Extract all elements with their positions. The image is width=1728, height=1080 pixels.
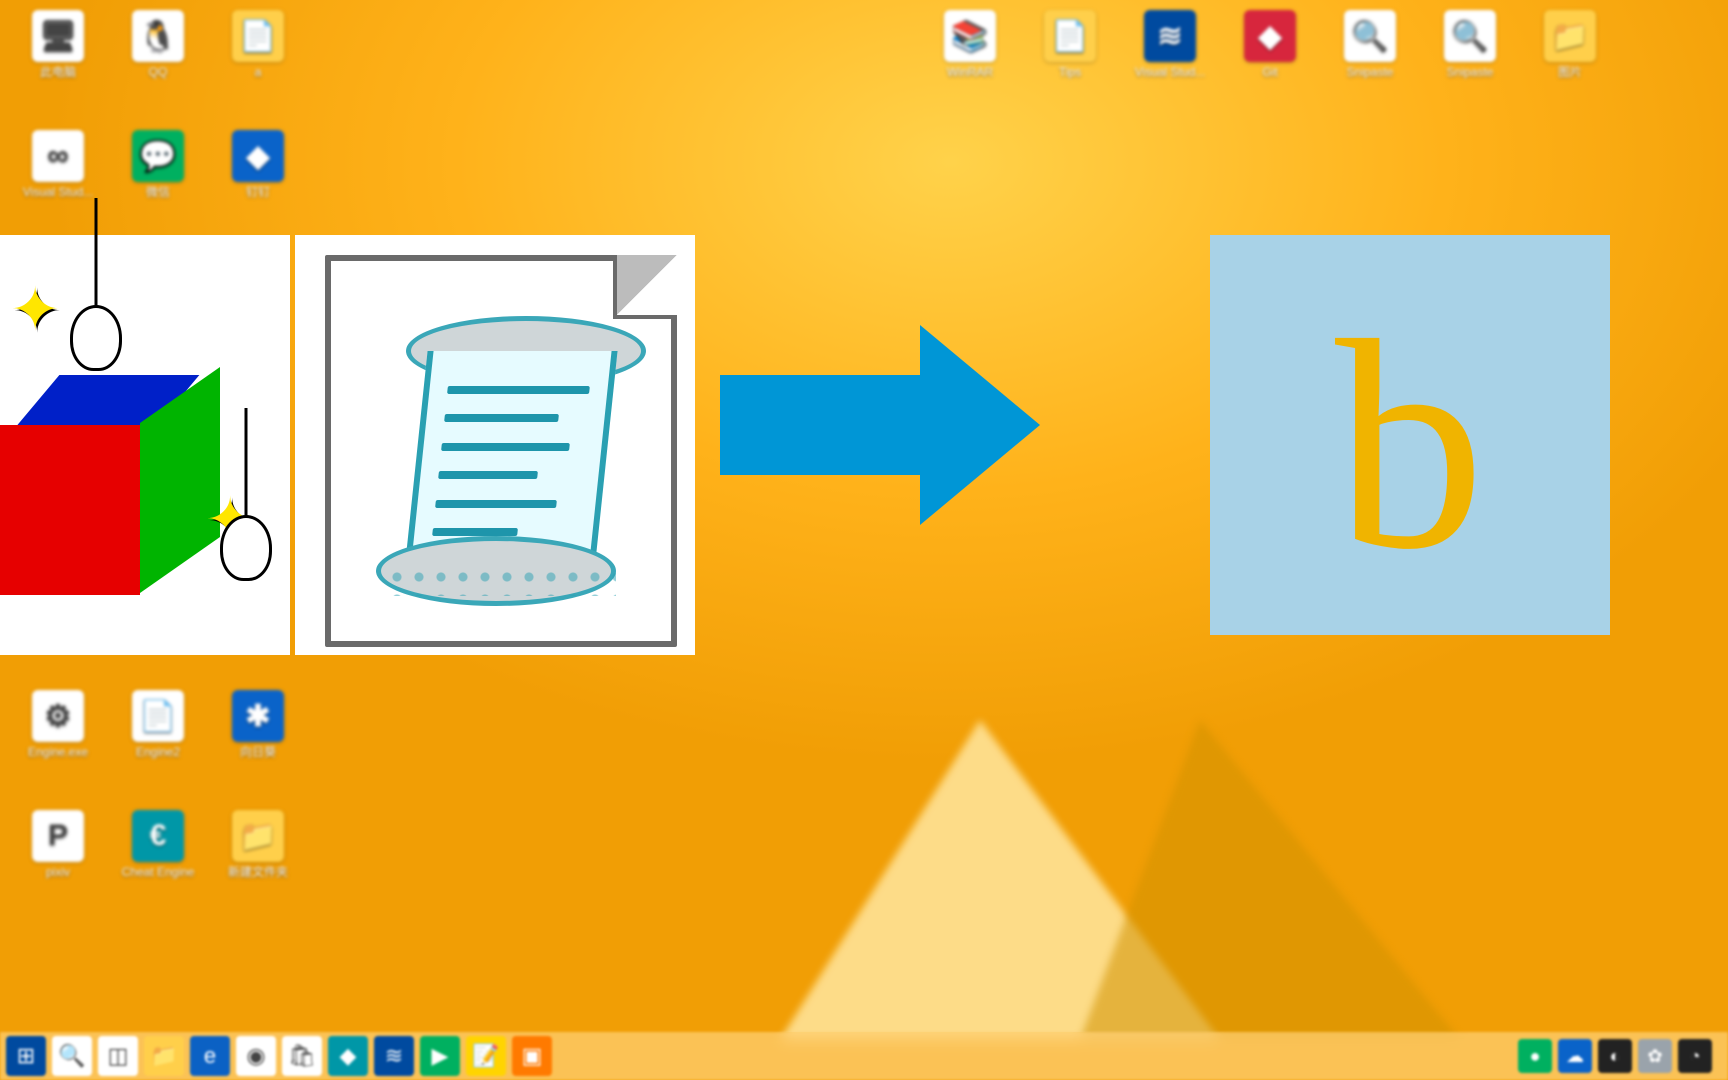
desktop-icon[interactable]: € Cheat Engine <box>118 810 198 879</box>
app-icon: ◆ <box>1244 10 1296 62</box>
icon-label: 向日葵 <box>218 746 298 759</box>
overlay-b-tile: b <box>1210 235 1610 635</box>
icon-label: 此电脑 <box>18 66 98 79</box>
app-icon: € <box>132 810 184 862</box>
tray-app-1[interactable]: ● <box>1518 1039 1552 1073</box>
app-icon: 📄 <box>132 690 184 742</box>
icon-label: 微信 <box>118 186 198 199</box>
app-icon: ◆ <box>232 130 284 182</box>
b-tile-letter: b <box>1335 295 1485 595</box>
desktop-icon[interactable]: 📁 新建文件夹 <box>218 810 298 879</box>
icon-label: WinRAR <box>930 66 1010 79</box>
desktop[interactable]: 🖥此电脑🐧QQ📄a∞Visual Stud...💬微信◆钉钉 ⚙Engine.e… <box>0 0 1728 1080</box>
notes-button[interactable]: 📝 <box>466 1036 506 1076</box>
icon-label: QQ <box>118 66 198 79</box>
desktop-icon[interactable]: ⚙ Engine.exe <box>18 690 98 759</box>
desktop-icon[interactable]: 📁 图片 <box>1530 10 1610 79</box>
icon-label: Visual Stud... <box>1130 66 1210 79</box>
taskbar: ⊞🔍◫📁e◉🛍◆≋▶📝▣ ●☁◐✿◔ <box>0 1032 1728 1080</box>
app-icon: P <box>32 810 84 862</box>
icon-label: Snipaste <box>1330 66 1410 79</box>
desktop-icon[interactable]: ◆ Git <box>1230 10 1310 79</box>
tray-app-3[interactable]: ◐ <box>1598 1039 1632 1073</box>
icon-label: Cheat Engine <box>118 866 198 879</box>
play-button[interactable]: ▶ <box>420 1036 460 1076</box>
tray-app-4[interactable]: ✿ <box>1638 1039 1672 1073</box>
icon-label: Visual Stud... <box>18 186 98 199</box>
icon-label: Tips <box>1030 66 1110 79</box>
icon-label: Git <box>1230 66 1310 79</box>
desktop-icon[interactable]: ◆ 钉钉 <box>218 130 298 199</box>
tray-app-2[interactable]: ☁ <box>1558 1039 1592 1073</box>
wallpaper-pyramid <box>780 720 1580 1040</box>
desktop-icon[interactable]: 📚 WinRAR <box>930 10 1010 79</box>
icon-label: a <box>218 66 298 79</box>
desktop-icon[interactable]: 🔍 Snipaste <box>1430 10 1510 79</box>
app-icon: 💬 <box>132 130 184 182</box>
app-icon: 🔍 <box>1344 10 1396 62</box>
icon-label: Engine2 <box>118 746 198 759</box>
edge-button[interactable]: e <box>190 1036 230 1076</box>
task-app[interactable]: ◆ <box>328 1036 368 1076</box>
search-button[interactable]: 🔍 <box>52 1036 92 1076</box>
app-icon: 📁 <box>232 810 284 862</box>
vscode-button[interactable]: ≋ <box>374 1036 414 1076</box>
desktop-icon[interactable]: 🐧 QQ <box>118 10 198 79</box>
app-icon: 📄 <box>232 10 284 62</box>
desktop-icon[interactable]: 📄 Engine2 <box>118 690 198 759</box>
app-icon: 🐧 <box>132 10 184 62</box>
desktop-icon[interactable]: 📄 Tips <box>1030 10 1110 79</box>
desktop-icon[interactable]: 🔍 Snipaste <box>1330 10 1410 79</box>
icon-label: Engine.exe <box>18 746 98 759</box>
app-icon: 📄 <box>1044 10 1096 62</box>
icon-label: Snipaste <box>1430 66 1510 79</box>
overlay-script-file-icon <box>295 235 695 655</box>
app-icon: ∞ <box>32 130 84 182</box>
overlay-arrow-right-icon <box>720 320 1050 530</box>
desktop-icon[interactable]: 🖥 此电脑 <box>18 10 98 79</box>
icon-label: pixiv <box>18 866 98 879</box>
desktop-icon[interactable]: ✱ 向日葵 <box>218 690 298 759</box>
desktop-icon[interactable]: ≋ Visual Stud... <box>1130 10 1210 79</box>
store-button[interactable]: 🛍 <box>282 1036 322 1076</box>
desktop-icon[interactable]: 💬 微信 <box>118 130 198 199</box>
icon-label: 图片 <box>1530 66 1610 79</box>
icon-label: 钉钉 <box>218 186 298 199</box>
app-icon: 📁 <box>1544 10 1596 62</box>
desktop-icon[interactable]: Ppixiv <box>18 810 98 879</box>
app-icon: ⚙ <box>32 690 84 742</box>
desktop-icon[interactable]: 📄a <box>218 10 298 79</box>
video-button[interactable]: ▣ <box>512 1036 552 1076</box>
explorer-button[interactable]: 📁 <box>144 1036 184 1076</box>
app-icon: 📚 <box>944 10 996 62</box>
app-icon: ✱ <box>232 690 284 742</box>
desktop-icon[interactable]: ∞ Visual Stud... <box>18 130 98 199</box>
icon-label: 新建文件夹 <box>218 866 298 879</box>
start-button[interactable]: ⊞ <box>6 1036 46 1076</box>
app-icon: 🖥 <box>32 10 84 62</box>
tray-app-5[interactable]: ◔ <box>1678 1039 1712 1073</box>
app-icon: 🔍 <box>1444 10 1496 62</box>
chrome-button[interactable]: ◉ <box>236 1036 276 1076</box>
overlay-3d-cube-icon: ✦ ✦ <box>0 235 290 655</box>
task-view-button[interactable]: ◫ <box>98 1036 138 1076</box>
app-icon: ≋ <box>1144 10 1196 62</box>
